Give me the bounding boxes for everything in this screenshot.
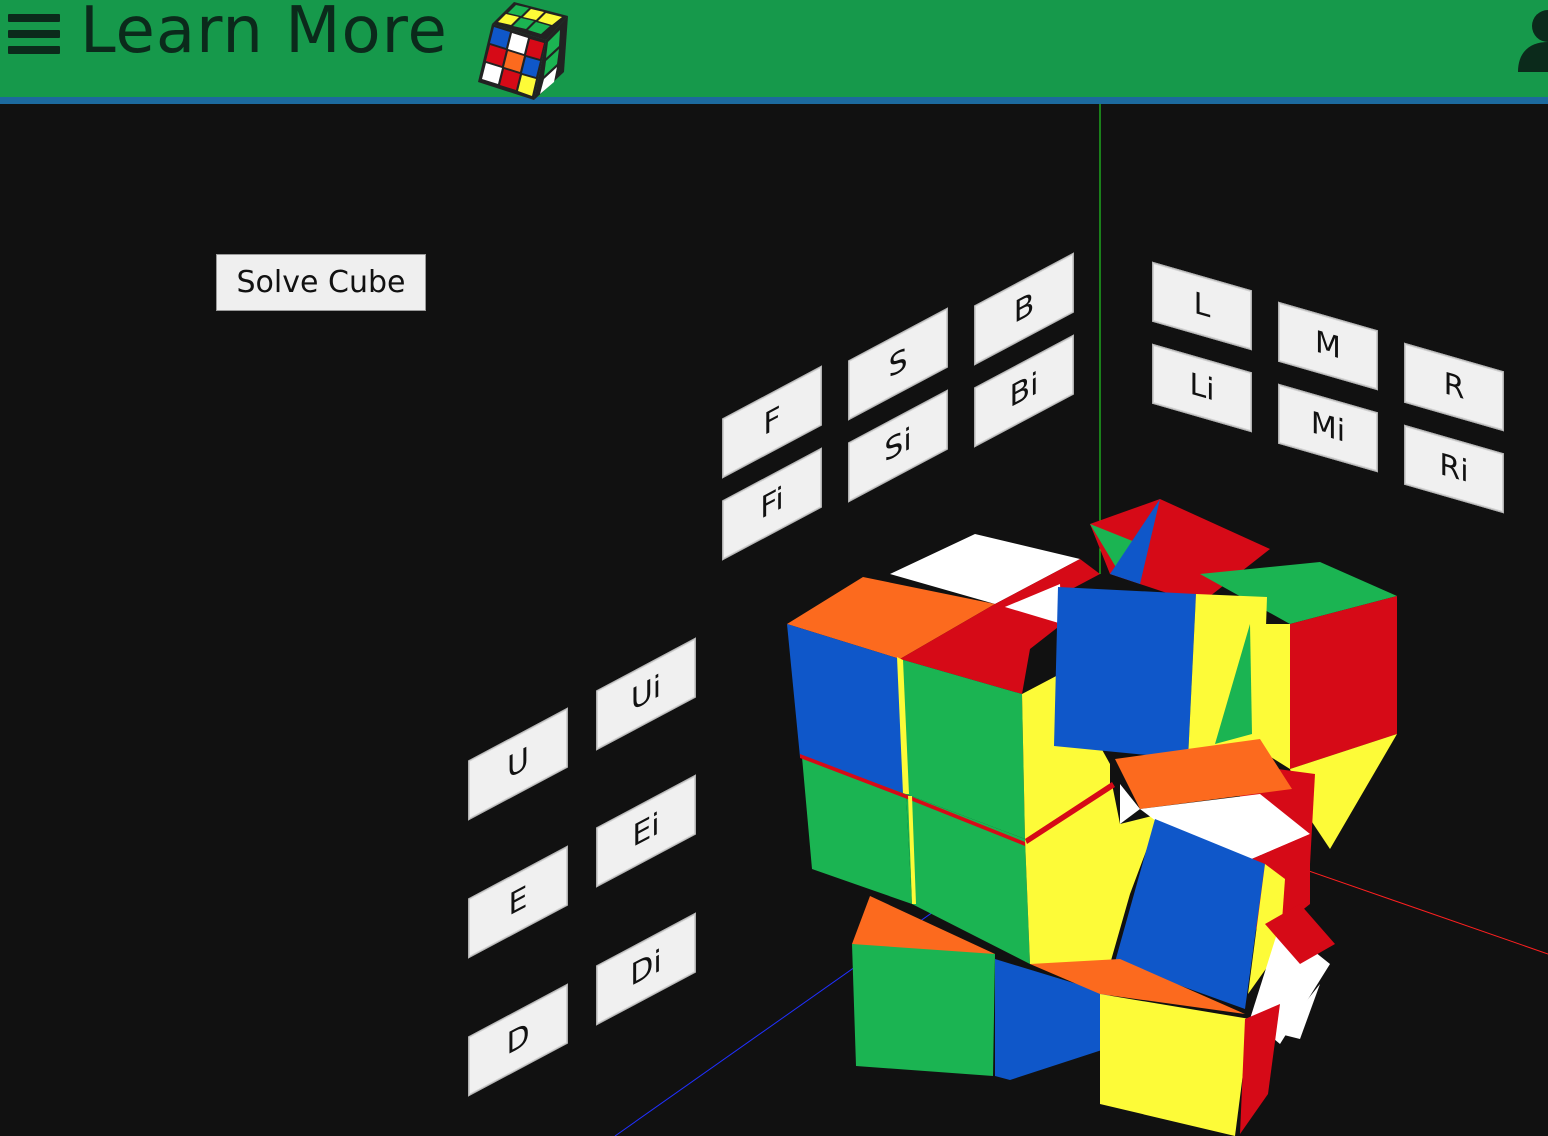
top-nav-bar: Learn More <box>0 0 1548 104</box>
solve-cube-button[interactable]: Solve Cube <box>216 254 426 311</box>
hamburger-menu-icon[interactable] <box>8 14 60 58</box>
page-title[interactable]: Learn More <box>80 0 448 68</box>
user-account-icon[interactable] <box>1518 6 1548 72</box>
rubiks-cube-logo <box>478 2 568 100</box>
cube-viewport[interactable]: Solve Cube F S B Fi Si Bi L M R Li Mi Ri… <box>0 104 1548 1136</box>
